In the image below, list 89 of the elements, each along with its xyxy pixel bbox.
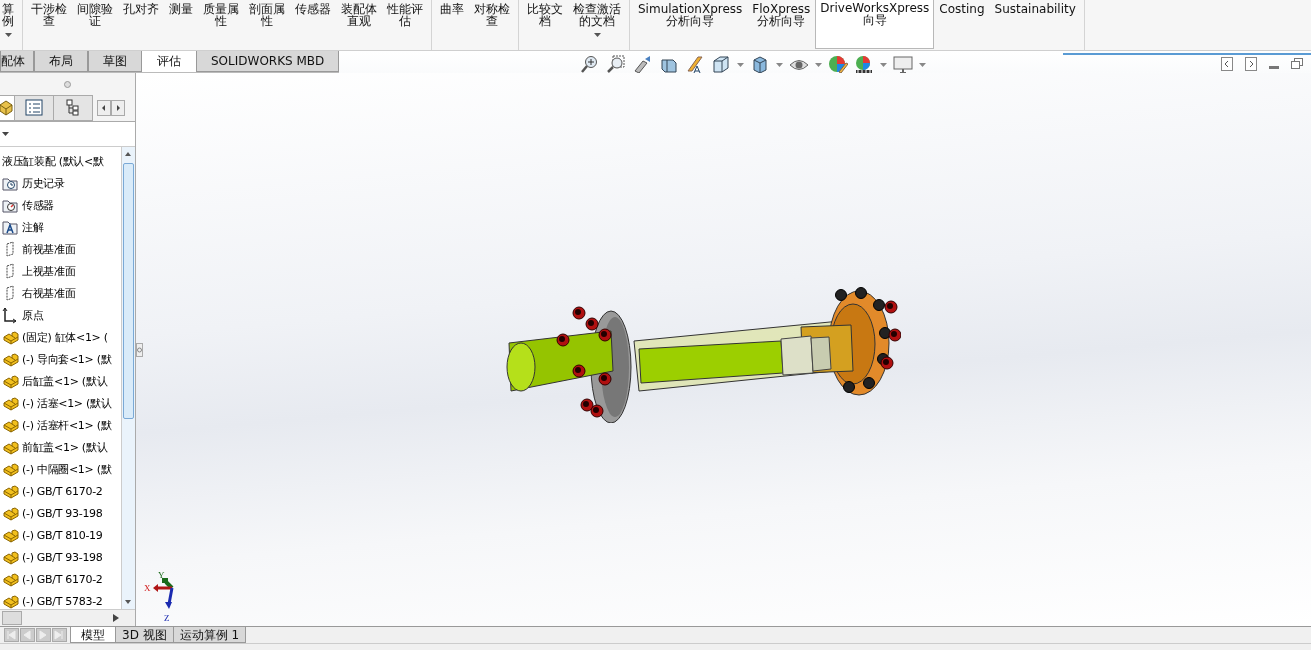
part-icon — [2, 526, 19, 544]
axis-label: Y — [158, 570, 165, 580]
ribbon-button[interactable]: 比较文 档 — [522, 0, 568, 49]
tree-item[interactable]: 右视基准面 — [22, 285, 76, 301]
tree-item[interactable]: (-) GB/T 6170-2 — [22, 572, 103, 586]
tree-item[interactable]: 液压缸装配 (默认<默 — [2, 153, 104, 169]
ribbon-button[interactable]: 检查激活 的文档 — [568, 0, 626, 49]
zoom-area-icon[interactable] — [607, 55, 628, 75]
view-tab[interactable]: 3D 视图 — [115, 627, 174, 643]
scrollbar-thumb[interactable] — [123, 163, 134, 419]
tree-item[interactable]: (-) 活塞<1> (默认 — [22, 395, 112, 411]
tree-item[interactable]: (-) GB/T 5783-2 — [22, 594, 103, 608]
part-icon — [2, 350, 19, 368]
ribbon-button[interactable]: 对称检 查 — [469, 0, 515, 49]
ribbon-button[interactable]: 孔对齐 — [118, 0, 164, 49]
origin-icon — [2, 306, 19, 324]
tree-item[interactable]: (-) GB/T 810-19 — [22, 528, 103, 542]
view-tab[interactable]: 运动算例 1 — [172, 627, 247, 643]
tree-item[interactable]: 后缸盖<1> (默认 — [22, 373, 108, 389]
part-icon — [2, 504, 19, 522]
tree-item[interactable]: 原点 — [22, 307, 44, 323]
tree-item[interactable]: 注解 — [22, 219, 44, 235]
ribbon-button[interactable]: Costing — [934, 0, 990, 49]
tree-item[interactable]: 前缸盖<1> (默认 — [22, 439, 108, 455]
tree-item[interactable]: (-) GB/T 93-198 — [22, 506, 103, 520]
part-icon — [2, 372, 19, 390]
part-icon — [2, 416, 19, 434]
assembly-cube-icon — [0, 99, 16, 117]
part-icon — [2, 328, 19, 346]
ribbon-button[interactable]: 装配体 直观 — [336, 0, 382, 49]
ribbon-button[interactable]: 测量 — [164, 0, 198, 49]
scrollbar-thumb[interactable] — [2, 611, 22, 625]
command-tab[interactable]: 布局 — [34, 51, 88, 72]
part-icon — [2, 592, 19, 609]
tree-item[interactable]: (-) GB/T 93-198 — [22, 550, 103, 564]
splitter-handle-icon[interactable] — [136, 343, 143, 357]
restore-icon[interactable] — [1291, 58, 1303, 70]
ribbon-button[interactable]: 算 例 — [0, 0, 19, 49]
command-tab[interactable]: SOLIDWORKS MBD — [196, 51, 340, 72]
caret-icon[interactable] — [593, 33, 601, 37]
monitor-icon[interactable] — [893, 55, 914, 75]
command-tab[interactable]: 草图 — [88, 51, 142, 72]
scroll-left-icon[interactable] — [97, 100, 111, 116]
ribbon-button[interactable]: 剖面属 性 — [244, 0, 290, 49]
view-tab[interactable]: 模型 — [70, 627, 116, 643]
ribbon-button[interactable]: 干涉检 查 — [26, 0, 72, 49]
ribbon-button[interactable]: Sustainability — [989, 0, 1081, 49]
tile-left-icon[interactable] — [1221, 57, 1233, 71]
ribbon-button[interactable]: DriveWorksXpress 向导 — [815, 0, 935, 49]
part-icon — [2, 482, 19, 500]
tree-item[interactable]: (固定) 缸体<1> ( — [22, 329, 108, 345]
configuration-tree-icon — [64, 99, 82, 117]
color-ball-icon[interactable] — [828, 55, 849, 75]
tree-item[interactable]: (-) 导向套<1> (默 — [22, 351, 112, 367]
panel-tab[interactable] — [53, 95, 93, 121]
axis-triad-drawing — [153, 578, 174, 609]
part-icon — [2, 438, 19, 456]
ribbon-button[interactable]: 曲率 — [435, 0, 469, 49]
ribbon-button[interactable]: 传感器 — [290, 0, 336, 49]
caret-icon[interactable] — [4, 33, 12, 37]
ribbon-button[interactable]: FloXpress 分析向导 — [747, 0, 816, 49]
part-icon — [2, 548, 19, 566]
axis-label: Z — [164, 613, 170, 623]
tree-item[interactable]: (-) GB/T 6170-2 — [22, 484, 103, 498]
tree-item[interactable]: (-) 中隔圈<1> (默 — [22, 461, 112, 477]
ribbon-button[interactable]: 间隙验 证 — [72, 0, 118, 49]
dynamic-annotation-icon[interactable] — [685, 55, 706, 75]
part-icon — [2, 570, 19, 588]
grip-icon[interactable] — [64, 80, 71, 88]
view-orientation-icon[interactable] — [711, 55, 732, 75]
part-icon — [2, 460, 19, 478]
ribbon-button[interactable]: 质量属 性 — [198, 0, 244, 49]
scroll-right-icon[interactable] — [111, 100, 125, 116]
property-list-icon — [25, 99, 43, 117]
tile-right-icon[interactable] — [1245, 57, 1257, 71]
ribbon-button[interactable]: SimulationXpress 分析向导 — [633, 0, 748, 49]
annotations-icon — [2, 218, 19, 236]
part-icon — [2, 394, 19, 412]
panel-tab[interactable] — [14, 95, 54, 121]
axis-label: X — [144, 583, 151, 593]
tree-item[interactable]: 传感器 — [22, 197, 55, 213]
tree-item[interactable]: (-) 活塞杆<1> (默 — [22, 417, 112, 433]
caret-icon[interactable] — [2, 132, 9, 136]
ribbon-button[interactable]: 性能评 估 — [382, 0, 428, 49]
tree-item[interactable]: 前视基准面 — [22, 241, 76, 257]
scroll-right-icon[interactable] — [113, 614, 119, 622]
tree-item[interactable]: 历史记录 — [22, 175, 65, 191]
tree-item[interactable]: 上视基准面 — [22, 263, 76, 279]
command-tab[interactable]: 配体 — [0, 51, 34, 72]
